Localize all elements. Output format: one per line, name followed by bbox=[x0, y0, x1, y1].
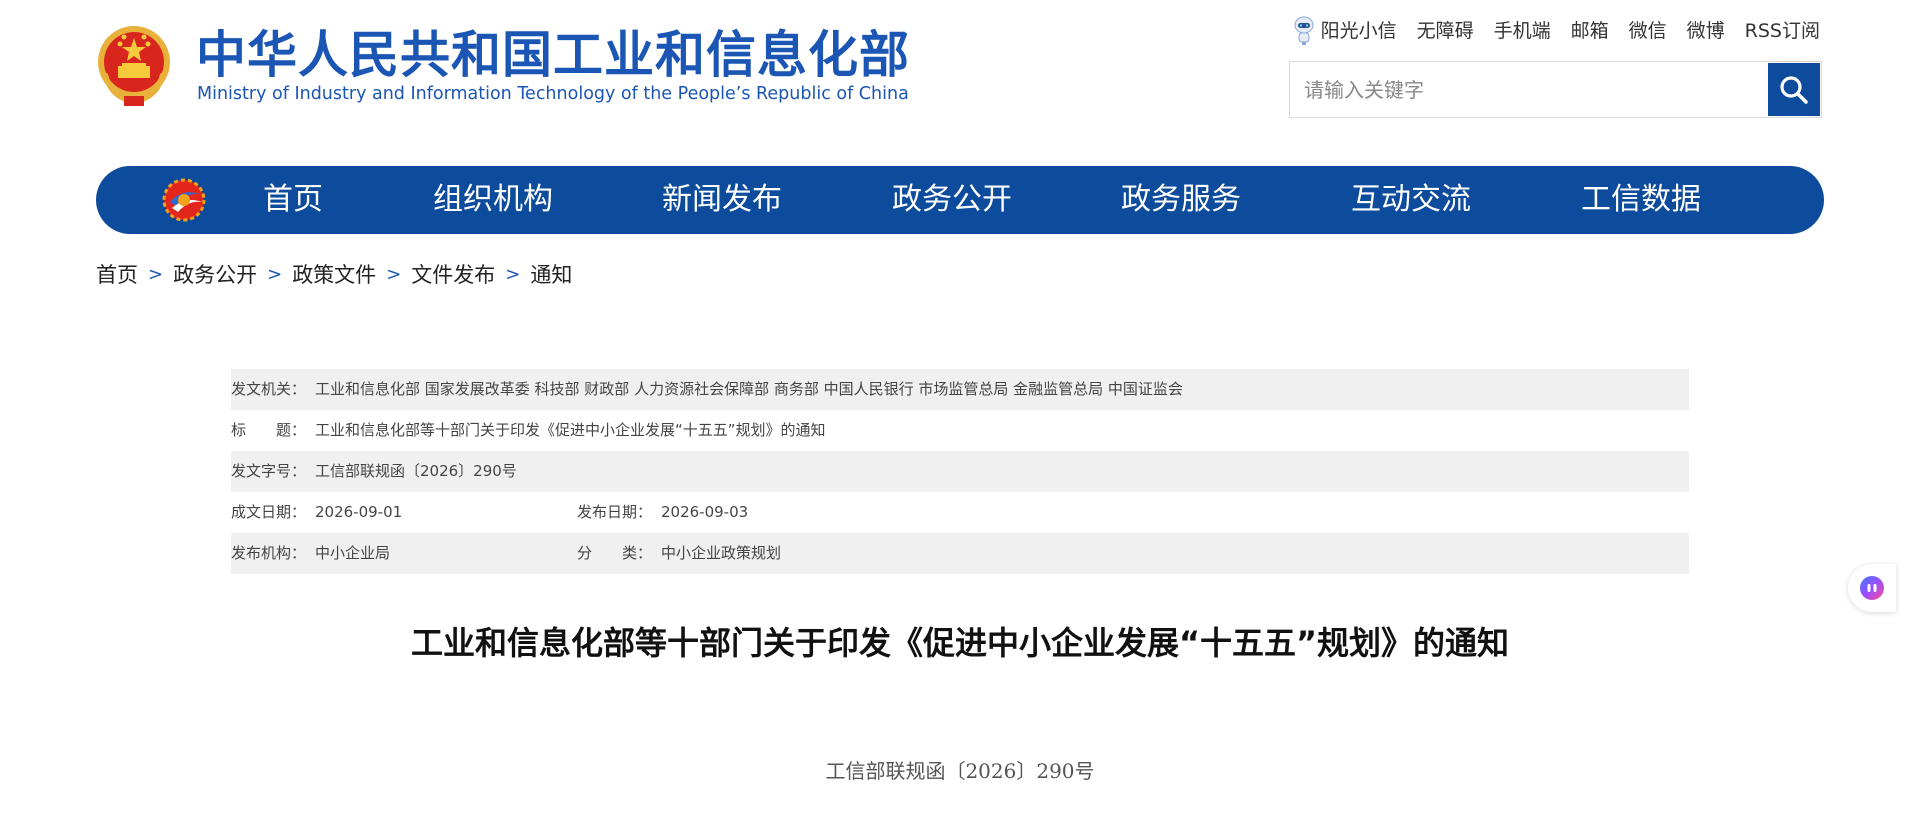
category-label: 分 类： bbox=[577, 544, 653, 562]
search-box bbox=[1289, 61, 1822, 118]
info-row-title: 标 题： 工业和信息化部等十部门关于印发《促进中小企业发展“十五五”规划》的通知 bbox=[231, 410, 1689, 451]
toplink-weibo[interactable]: 微博 bbox=[1687, 16, 1725, 46]
org-label: 发布机构： bbox=[231, 544, 307, 562]
title-value: 工业和信息化部等十部门关于印发《促进中小企业发展“十五五”规划》的通知 bbox=[315, 421, 826, 439]
nav-item-organization[interactable]: 组织机构 bbox=[433, 166, 553, 234]
issuer-value: 工业和信息化部 国家发展改革委 科技部 财政部 人力资源社会保障部 商务部 中国… bbox=[315, 380, 1183, 398]
assistant-icon bbox=[1860, 576, 1884, 600]
breadcrumb-item-government-affairs[interactable]: 政务公开 bbox=[173, 260, 257, 290]
info-row-doc-number: 发文字号： 工信部联规函〔2026〕290号 bbox=[231, 451, 1689, 492]
nav-item-news[interactable]: 新闻发布 bbox=[662, 166, 782, 234]
published-date-value: 2026-09-03 bbox=[661, 503, 749, 521]
breadcrumb-separator: > bbox=[386, 264, 402, 285]
main-nav: 首页 组织机构 新闻发布 政务公开 政务服务 互动交流 工信数据 bbox=[96, 166, 1824, 234]
search-input[interactable] bbox=[1290, 62, 1768, 117]
article-doc-number: 工信部联规函〔2026〕290号 bbox=[825, 759, 1095, 783]
top-links: 阳光小信 无障碍 手机端 邮箱 微信 微博 RSS订阅 bbox=[1291, 16, 1820, 46]
info-row-dates: 成文日期： 2026-09-01 发布日期： 2026-09-03 bbox=[231, 492, 1689, 533]
toplink-mobile[interactable]: 手机端 bbox=[1494, 16, 1551, 46]
site-header: 中华人民共和国工业和信息化部 Ministry of Industry and … bbox=[0, 0, 1920, 150]
toplink-mail[interactable]: 邮箱 bbox=[1571, 16, 1609, 46]
created-date-label: 成文日期： bbox=[231, 503, 307, 521]
breadcrumb-separator: > bbox=[267, 264, 283, 285]
created-date-value: 2026-09-01 bbox=[315, 503, 403, 521]
ai-assistant-button[interactable] bbox=[1848, 564, 1896, 612]
category-value: 中小企业政策规划 bbox=[661, 544, 782, 562]
doc-number-label: 发文字号： bbox=[231, 462, 307, 480]
toplink-wechat[interactable]: 微信 bbox=[1629, 16, 1667, 46]
info-row-org-category: 发布机构： 中小企业局 分 类： 中小企业政策规划 bbox=[231, 533, 1689, 574]
site-subtitle[interactable]: Ministry of Industry and Information Tec… bbox=[197, 84, 909, 104]
nav-item-home[interactable]: 首页 bbox=[263, 166, 323, 234]
toplink-rss[interactable]: RSS订阅 bbox=[1745, 16, 1820, 46]
search-icon bbox=[1780, 75, 1808, 104]
robot-icon[interactable] bbox=[1291, 16, 1317, 46]
toplink-assistant[interactable]: 阳光小信 bbox=[1321, 16, 1397, 46]
info-row-issuer: 发文机关： 工业和信息化部 国家发展改革委 科技部 财政部 人力资源社会保障部 … bbox=[231, 369, 1689, 410]
doc-number-value: 工信部联规函〔2026〕290号 bbox=[315, 462, 517, 480]
site-title[interactable]: 中华人民共和国工业和信息化部 bbox=[196, 24, 910, 86]
breadcrumb-item-policy-documents[interactable]: 政策文件 bbox=[292, 260, 376, 290]
issuer-label: 发文机关： bbox=[231, 380, 307, 398]
document-info-table: 发文机关： 工业和信息化部 国家发展改革委 科技部 财政部 人力资源社会保障部 … bbox=[231, 369, 1689, 574]
article-title: 工业和信息化部等十部门关于印发《促进中小企业发展“十五五”规划》的通知 bbox=[410, 624, 1510, 662]
org-value: 中小企业局 bbox=[315, 544, 391, 562]
breadcrumb-separator: > bbox=[505, 264, 521, 285]
breadcrumb: 首页 > 政务公开 > 政策文件 > 文件发布 > 通知 bbox=[96, 260, 572, 290]
nav-item-interaction[interactable]: 互动交流 bbox=[1351, 166, 1471, 234]
toplink-accessibility[interactable]: 无障碍 bbox=[1417, 16, 1474, 46]
nav-item-data[interactable]: 工信数据 bbox=[1581, 166, 1701, 234]
breadcrumb-item-notice[interactable]: 通知 bbox=[530, 260, 572, 290]
published-date-label: 发布日期： bbox=[577, 503, 653, 521]
nav-item-services[interactable]: 政务服务 bbox=[1121, 166, 1241, 234]
national-emblem-icon[interactable] bbox=[96, 22, 172, 108]
miit-logo-icon[interactable] bbox=[162, 178, 206, 222]
breadcrumb-separator: > bbox=[148, 264, 164, 285]
search-button[interactable] bbox=[1768, 63, 1820, 116]
breadcrumb-item-document-release[interactable]: 文件发布 bbox=[411, 260, 495, 290]
title-label: 标 题： bbox=[231, 421, 307, 439]
nav-item-government-affairs[interactable]: 政务公开 bbox=[892, 166, 1012, 234]
breadcrumb-item-home[interactable]: 首页 bbox=[96, 260, 138, 290]
